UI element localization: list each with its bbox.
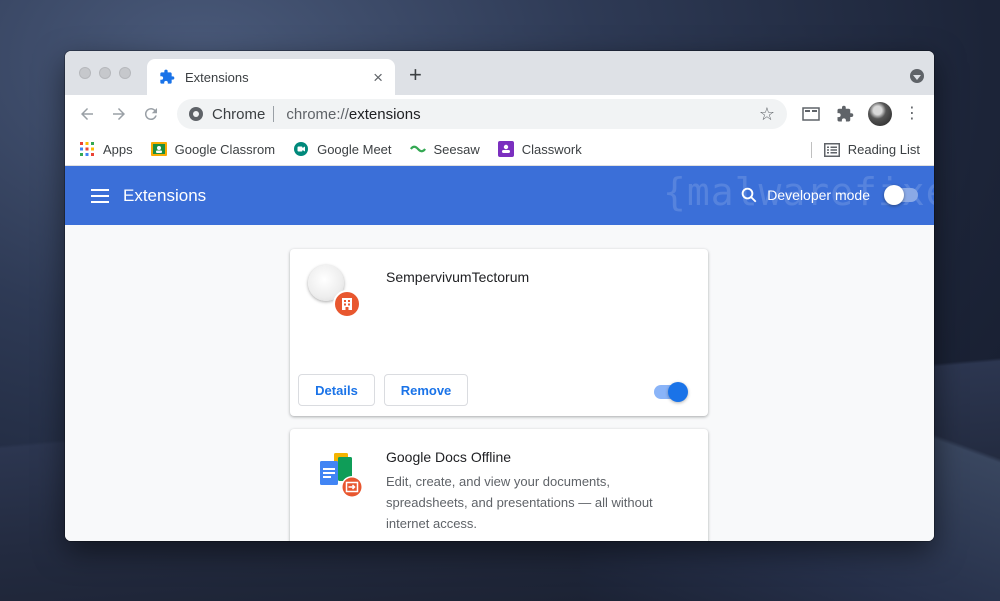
hamburger-menu-icon[interactable] <box>91 188 109 203</box>
address-bar[interactable]: Chrome chrome:// extensions ☆ <box>177 99 787 129</box>
bookmark-label: Google Classrom <box>174 141 276 157</box>
tab-title: Extensions <box>185 69 249 85</box>
extension-card: SempervivumTectorum Details Remove <box>290 249 708 416</box>
extensions-list: SempervivumTectorum Details Remove Googl… <box>65 225 934 541</box>
extensions-puzzle-icon[interactable] <box>834 103 856 125</box>
extensions-header: Extensions {malwarefixes} Developer mode <box>65 166 934 225</box>
details-button[interactable]: Details <box>298 374 375 406</box>
tab-close-icon[interactable]: × <box>373 69 383 86</box>
zoom-window-button[interactable] <box>119 67 131 79</box>
puzzle-piece-icon <box>160 69 175 84</box>
bookmark-google-meet[interactable]: Google Meet <box>293 141 392 157</box>
reading-list-label: Reading List <box>847 142 920 157</box>
developer-mode-label: Developer mode <box>767 187 870 203</box>
bookmark-classwork[interactable]: Classwork <box>497 141 582 157</box>
bookmark-apps[interactable]: Apps <box>79 141 133 157</box>
remove-button[interactable]: Remove <box>384 374 468 406</box>
reading-list-button[interactable]: Reading List <box>823 133 920 166</box>
developer-mode-toggle[interactable] <box>884 185 918 205</box>
browser-window: Extensions × + Chrome chrome:// extensio… <box>65 51 934 541</box>
new-tab-button[interactable]: + <box>409 64 422 86</box>
bookmarks-divider <box>811 142 812 158</box>
omnibox-divider <box>273 106 275 122</box>
policy-badge-icon <box>333 290 361 318</box>
url-scheme: chrome:// <box>286 105 349 123</box>
extension-name: SempervivumTectorum <box>386 269 530 285</box>
profile-avatar[interactable] <box>868 102 892 126</box>
window-controls <box>79 67 131 79</box>
bookmark-label: Classwork <box>521 141 582 157</box>
apps-grid-icon <box>79 141 95 157</box>
tab-strip: Extensions × + <box>65 51 934 95</box>
bookmark-label: Seesaw <box>433 141 480 157</box>
extension-description: Edit, create, and view your documents, s… <box>386 474 653 531</box>
forward-arrow-icon <box>113 108 125 120</box>
search-icon[interactable] <box>740 186 758 204</box>
reload-icon <box>144 108 157 121</box>
google-meet-icon <box>293 141 309 157</box>
chrome-logo-icon <box>189 107 203 121</box>
extension-enable-toggle[interactable] <box>654 382 688 402</box>
toolbar: Chrome chrome:// extensions ☆ ⋮ <box>65 95 934 133</box>
page-title: Extensions <box>123 185 207 205</box>
bookmark-label: Google Meet <box>317 141 392 157</box>
extension-card: Google Docs Offline Edit, create, and vi… <box>290 429 708 541</box>
extension-name: Google Docs Offline <box>386 449 512 465</box>
tab-extensions[interactable]: Extensions × <box>147 59 395 95</box>
bookmark-google-classroom[interactable]: Google Classrom <box>150 141 276 157</box>
url-path: extensions <box>348 105 421 123</box>
close-window-button[interactable] <box>79 67 91 79</box>
toolbar-right: ⋮ <box>800 99 920 129</box>
tab-search-icon[interactable] <box>910 69 924 83</box>
google-docs-offline-icon <box>320 453 363 498</box>
back-arrow-icon <box>81 108 93 120</box>
minimize-window-button[interactable] <box>99 67 111 79</box>
site-chip: Chrome <box>212 105 266 123</box>
bookmark-star-icon[interactable]: ☆ <box>759 104 775 125</box>
seesaw-icon <box>409 141 426 157</box>
more-menu-icon[interactable]: ⋮ <box>904 106 920 122</box>
back-button[interactable] <box>71 98 103 130</box>
forward-button[interactable] <box>103 98 135 130</box>
reading-mode-icon[interactable] <box>800 103 822 125</box>
reading-list-icon <box>823 142 840 157</box>
bookmarks-bar: Apps Google Classrom Google Meet Seesaw … <box>65 133 934 166</box>
google-classroom-icon <box>150 141 167 157</box>
reload-button[interactable] <box>135 98 167 130</box>
classwork-icon <box>497 141 514 157</box>
bookmark-seesaw[interactable]: Seesaw <box>409 141 480 157</box>
bookmark-label: Apps <box>103 141 133 157</box>
